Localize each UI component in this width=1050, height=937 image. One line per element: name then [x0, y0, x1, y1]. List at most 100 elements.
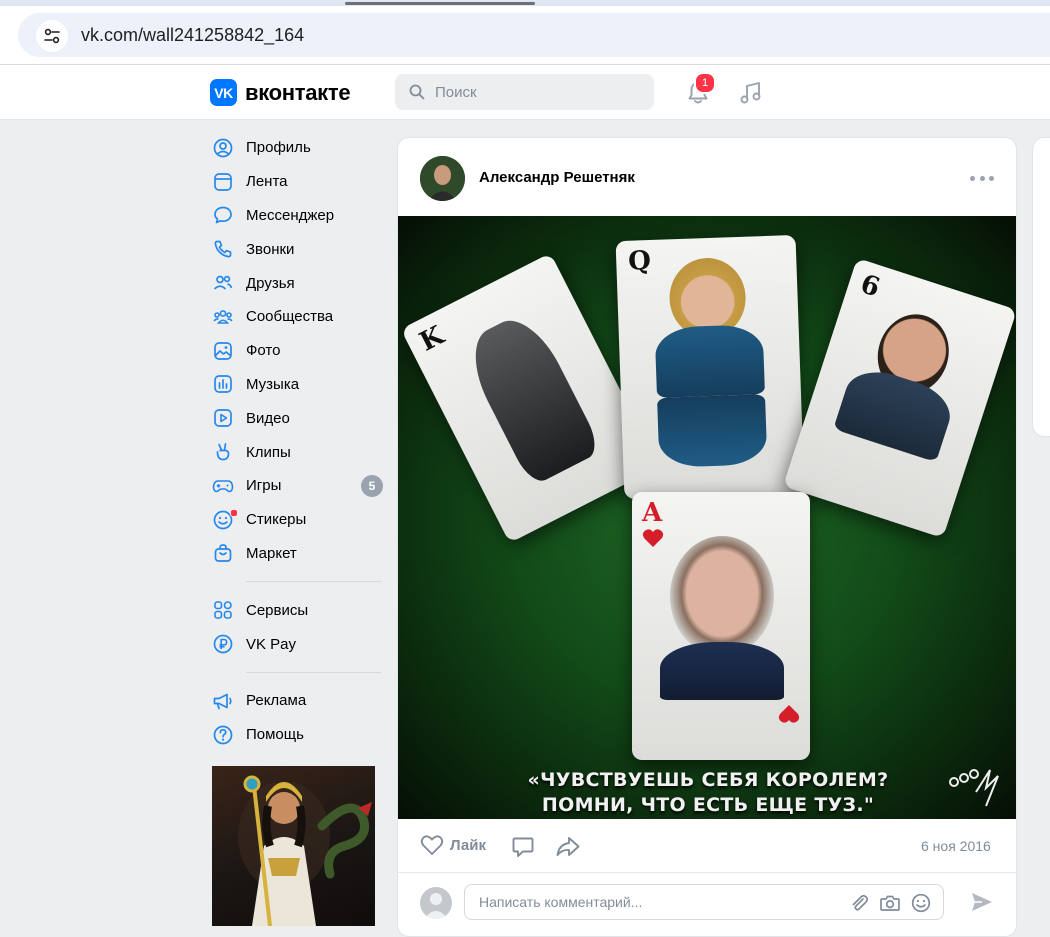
- sidebar-item-label: Стикеры: [246, 511, 307, 529]
- sidebar-item-profile[interactable]: Профиль: [210, 131, 385, 165]
- sidebar-item-video[interactable]: Видео: [210, 401, 385, 435]
- emoji-icon[interactable]: [911, 893, 931, 913]
- messenger-icon: [212, 204, 234, 226]
- sidebar-item-label: VK Pay: [246, 635, 297, 653]
- send-icon[interactable]: [970, 891, 994, 913]
- music-player-icon[interactable]: [738, 80, 764, 106]
- caption-line: «ЧУВСТВУЕШЬ СЕБЯ КОРОЛЕМ?: [527, 769, 889, 791]
- sidebar-item-label: Фото: [246, 342, 281, 360]
- sidebar-item-feed[interactable]: Лента: [210, 165, 385, 199]
- url-text[interactable]: vk.com/wall241258842_164: [81, 25, 304, 46]
- vkpay-icon: [212, 633, 234, 655]
- post-more-menu-icon[interactable]: [970, 170, 994, 186]
- sidebar-item-help[interactable]: Помощь: [210, 718, 385, 752]
- help-icon: [212, 724, 234, 746]
- post-date[interactable]: 6 ноя 2016: [921, 838, 991, 854]
- sidebar-item-stickers[interactable]: Стикеры: [210, 503, 385, 537]
- phone-icon: [212, 238, 234, 260]
- card-figure-mirror: [657, 394, 768, 468]
- sidebar-item-photos[interactable]: Фото: [210, 334, 385, 368]
- caption-line: ПОМНИ, ЧТО ЕСТЬ ЕЩЕ ТУЗ.": [541, 794, 875, 816]
- sidebar-item-friends[interactable]: Друзья: [210, 266, 385, 300]
- notifications-count-badge: 1: [694, 72, 716, 94]
- vk-header: VK вконтакте: [0, 65, 1050, 120]
- vk-logo-icon: VK: [210, 79, 237, 106]
- sidebar-item-services[interactable]: Сервисы: [210, 593, 385, 627]
- sidebar-item-games[interactable]: Игры 5: [210, 469, 385, 503]
- site-info-icon[interactable]: [36, 20, 68, 52]
- search-icon: [409, 84, 425, 100]
- games-count-badge: 5: [361, 474, 383, 497]
- friends-icon: [212, 272, 234, 294]
- sidebar-item-label: Звонки: [246, 240, 295, 258]
- right-column-card: [1032, 137, 1050, 437]
- left-navigation: Профиль Лента Мессенджер Звонки Друзья С…: [210, 131, 385, 752]
- search-box[interactable]: [395, 74, 654, 110]
- vk-logo[interactable]: VK вконтакте: [210, 79, 351, 106]
- feed-icon: [212, 171, 234, 193]
- post-image[interactable]: K Q 6 A «ЧУВСТВУЕШЬ СЕБЯ КОРОЛЕМ? ПОМНИ,…: [398, 216, 1016, 819]
- sidebar-item-label: Сообщества: [246, 308, 334, 326]
- card-rank-label: Q: [627, 246, 652, 277]
- sidebar-item-label: Клипы: [246, 443, 291, 461]
- current-user-avatar[interactable]: [420, 887, 452, 919]
- clips-icon: [212, 441, 234, 463]
- sidebar-item-vkpay[interactable]: VK Pay: [210, 627, 385, 661]
- vk-logo-text: вконтакте: [245, 79, 351, 105]
- market-icon: [212, 542, 234, 564]
- sidebar-item-ads[interactable]: Реклама: [210, 684, 385, 718]
- profile-icon: [212, 137, 234, 159]
- sidebar-ad-banner[interactable]: [212, 766, 375, 926]
- sidebar-item-calls[interactable]: Звонки: [210, 232, 385, 266]
- card-rank-label: K: [415, 320, 449, 358]
- ads-icon: [212, 690, 234, 712]
- search-input[interactable]: [435, 74, 645, 110]
- ad-illustration: [238, 775, 372, 926]
- card-figure: [458, 308, 603, 487]
- sidebar-item-label: Профиль: [246, 139, 311, 157]
- heart-icon: [420, 835, 444, 855]
- sidebar-item-messenger[interactable]: Мессенджер: [210, 199, 385, 233]
- playing-card-six: 6: [783, 257, 1016, 539]
- sidebar-item-label: Друзья: [246, 274, 295, 292]
- games-icon: [212, 475, 234, 497]
- browser-address-bar: vk.com/wall241258842_164: [0, 6, 1050, 65]
- heart-suit-icon: [778, 705, 800, 723]
- image-caption: «ЧУВСТВУЕШЬ СЕБЯ КОРОЛЕМ? ПОМНИ, ЧТО ЕСТ…: [398, 768, 1016, 818]
- post-author-name[interactable]: Александр Решетняк: [479, 169, 635, 186]
- artist-signature-icon: [949, 769, 999, 807]
- sidebar-item-clips[interactable]: Клипы: [210, 435, 385, 469]
- card-figure: [654, 324, 765, 398]
- card-rank-label: 6: [856, 269, 884, 304]
- playing-card-ace: A: [632, 492, 810, 760]
- camera-icon[interactable]: [879, 893, 901, 913]
- sidebar-item-label: Музыка: [246, 375, 300, 393]
- sidebar-item-market[interactable]: Маркет: [210, 537, 385, 571]
- like-button[interactable]: Лайк: [420, 834, 486, 856]
- comment-icon[interactable]: [511, 835, 535, 859]
- card-figure: [660, 642, 784, 700]
- sidebar-item-label: Игры: [246, 477, 282, 495]
- comment-input[interactable]: Написать комментарий...: [464, 884, 944, 920]
- like-label: Лайк: [450, 836, 486, 854]
- comment-placeholder: Написать комментарий...: [479, 894, 643, 910]
- sidebar-item-communities[interactable]: Сообщества: [210, 300, 385, 334]
- active-tab-indicator[interactable]: [345, 2, 535, 5]
- comment-composer: Написать комментарий...: [398, 873, 1016, 935]
- sidebar-item-label: Лента: [246, 173, 288, 191]
- omnibox[interactable]: vk.com/wall241258842_164: [18, 13, 1050, 57]
- video-icon: [212, 407, 234, 429]
- attach-icon[interactable]: [849, 893, 869, 913]
- sidebar-item-label: Маркет: [246, 544, 297, 562]
- services-icon: [212, 599, 234, 621]
- author-avatar[interactable]: [420, 156, 465, 201]
- photo-icon: [212, 340, 234, 362]
- sidebar-item-music[interactable]: Музыка: [210, 368, 385, 402]
- share-icon[interactable]: [555, 835, 581, 859]
- sidebar-item-label: Реклама: [246, 692, 307, 710]
- playing-card-queen: Q: [615, 234, 805, 500]
- sidebar-item-label: Сервисы: [246, 601, 309, 619]
- sidebar-divider: [246, 581, 381, 583]
- card-rank-label: A: [642, 498, 663, 528]
- sidebar-item-label: Видео: [246, 409, 290, 427]
